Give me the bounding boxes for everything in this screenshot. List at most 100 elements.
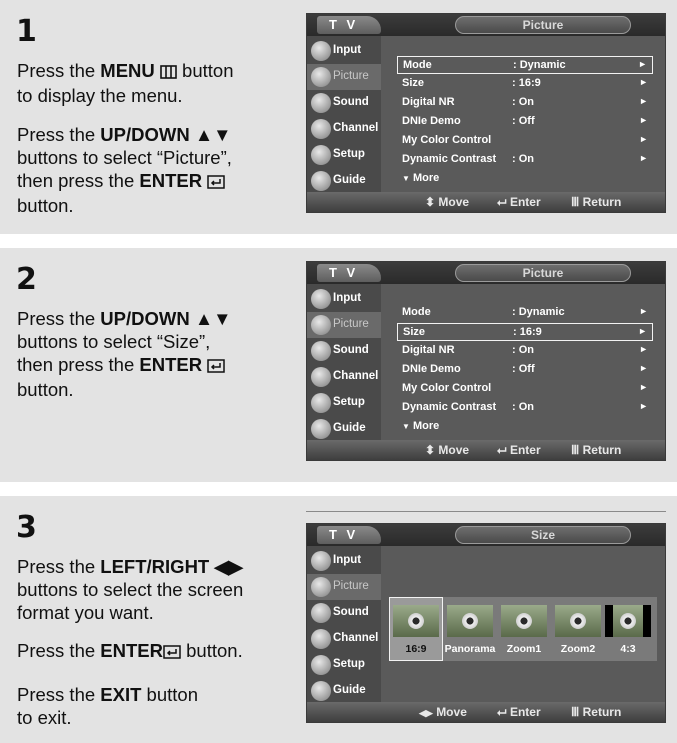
sidebar-item-picture[interactable]: Picture — [307, 64, 381, 90]
move-label: Move — [438, 443, 470, 457]
menu-title: Picture — [455, 264, 631, 282]
sidebar-label: Guide — [333, 422, 366, 434]
size-option-zoom1-thumbnail[interactable] — [501, 605, 547, 637]
text: Press the — [17, 684, 101, 705]
step-number: 3 — [16, 510, 37, 545]
menu-row-mode[interactable]: Mode: Dynamic ► — [397, 56, 653, 74]
row-value: : Dynamic — [512, 306, 565, 318]
sidebar-item-input[interactable]: Input — [307, 548, 381, 574]
enter-hint: ⮠ Enter — [497, 443, 541, 458]
more-arrow-icon: ▼ — [402, 422, 410, 431]
text: Press the — [17, 308, 101, 329]
sidebar-item-setup[interactable]: Setup — [307, 390, 381, 416]
row-label: Digital NR — [402, 344, 455, 356]
sidebar-label: Picture — [333, 318, 369, 330]
leftright-keyword: LEFT/RIGHT — [100, 556, 210, 577]
updown-arrows-icon: ▲▼ — [189, 308, 232, 329]
step-number: 2 — [16, 262, 37, 297]
sidebar-item-channel[interactable]: Channel — [307, 626, 381, 652]
menu-list: Mode: Dynamic ► Size: 16:9 ► Digital NR: O… — [383, 38, 665, 194]
guide-icon — [311, 419, 331, 439]
return-label: Return — [582, 705, 622, 719]
sidebar-item-sound[interactable]: Sound — [307, 90, 381, 116]
tv-header: T V Picture — [307, 262, 665, 284]
sidebar-item-guide[interactable]: Guide — [307, 678, 381, 704]
more-arrow-icon: ▼ — [402, 174, 410, 183]
menu-row-digital-nr[interactable]: Digital NR: On ► — [397, 342, 653, 360]
tv-sidebar: Input Picture Sound Channel Setup Guide — [307, 36, 381, 194]
more-item[interactable]: ▼ More — [402, 420, 439, 432]
sound-icon — [311, 93, 331, 113]
text: buttons to select “Picture”, — [17, 147, 232, 168]
menu-row-dnie-demo[interactable]: DNIe Demo: Off ► — [397, 361, 653, 379]
menu-row-dynamic-contrast[interactable]: Dynamic Contrast: On ► — [397, 399, 653, 417]
menu-row-digital-nr[interactable]: Digital NR: On ► — [397, 94, 653, 112]
return-label: Return — [582, 443, 622, 457]
text: buttons to select the screen — [17, 579, 244, 600]
row-label: Dynamic Contrast — [402, 153, 497, 165]
updown-keyword: UP/DOWN — [100, 308, 190, 329]
more-label: More — [412, 420, 440, 432]
sidebar-item-channel[interactable]: Channel — [307, 116, 381, 142]
sidebar-item-picture[interactable]: Picture — [307, 574, 381, 600]
tv-sidebar: Input Picture Sound Channel Setup Guide — [307, 284, 381, 442]
step-3-panel: 3 Press the LEFT/RIGHT ◀▶ buttons to sel… — [0, 496, 677, 743]
sidebar-item-input[interactable]: Input — [307, 286, 381, 312]
sidebar-label: Channel — [333, 370, 379, 382]
arrow-right-icon: ► — [638, 59, 647, 69]
size-option-panorama-thumbnail[interactable] — [447, 605, 493, 637]
menu-row-size[interactable]: Size: 16:9 ► — [397, 75, 653, 93]
enter-keyword: ENTER — [139, 170, 203, 191]
menu-keyword: MENU — [100, 60, 155, 81]
text: Press the — [17, 640, 101, 661]
return-hint: Ⅲ Return — [571, 443, 621, 457]
menu-icon: Ⅲ — [571, 443, 580, 457]
sound-icon — [311, 341, 331, 361]
sidebar-label: Input — [333, 554, 362, 566]
tv-picture-menu-screen: T V Picture Input Picture Sound Channel … — [306, 261, 666, 461]
move-hint: ⬍ Move — [425, 443, 469, 457]
sidebar-item-channel[interactable]: Channel — [307, 364, 381, 390]
sound-icon — [311, 603, 331, 623]
menu-icon — [160, 61, 177, 84]
tv-footer: ⬍ Move ⮠ Enter Ⅲ Return — [307, 440, 665, 460]
arrow-right-icon: ► — [639, 363, 648, 373]
move-label: Move — [438, 195, 470, 209]
menu-row-size[interactable]: Size: 16:9 ► — [397, 323, 653, 341]
menu-row-dnie-demo[interactable]: DNIe Demo: Off ► — [397, 113, 653, 131]
sidebar-item-sound[interactable]: Sound — [307, 600, 381, 626]
size-option-16-9-thumbnail[interactable] — [393, 605, 439, 637]
menu-row-my-color-control[interactable]: My Color Control ► — [397, 380, 653, 398]
text: button — [176, 60, 234, 81]
size-option-label: Zoom2 — [560, 643, 596, 655]
step-number: 1 — [16, 14, 37, 49]
sidebar-label: Channel — [333, 632, 379, 644]
text: to display the menu. — [17, 85, 183, 106]
arrow-right-icon: ► — [639, 134, 648, 144]
sidebar-item-setup[interactable]: Setup — [307, 142, 381, 168]
divider-line — [306, 511, 666, 512]
row-label: My Color Control — [402, 134, 492, 146]
flower-image-icon — [620, 613, 636, 629]
size-option-zoom2-thumbnail[interactable] — [555, 605, 601, 637]
menu-row-mode[interactable]: Mode: Dynamic ► — [397, 304, 653, 322]
arrow-right-icon: ► — [639, 115, 648, 125]
sidebar-item-setup[interactable]: Setup — [307, 652, 381, 678]
sidebar-item-picture[interactable]: Picture — [307, 312, 381, 338]
sidebar-item-sound[interactable]: Sound — [307, 338, 381, 364]
leftright-icon: ◀▶ — [419, 708, 433, 718]
updown-icon: ⬍ — [425, 195, 436, 209]
tv-sidebar: Input Picture Sound Channel Setup Guide — [307, 546, 381, 704]
sidebar-item-guide[interactable]: Guide — [307, 168, 381, 194]
picture-icon — [311, 315, 331, 335]
channel-icon — [311, 119, 331, 139]
sidebar-item-guide[interactable]: Guide — [307, 416, 381, 442]
sidebar-item-input[interactable]: Input — [307, 38, 381, 64]
sidebar-label: Picture — [333, 580, 369, 592]
more-item[interactable]: ▼ More — [402, 172, 439, 184]
size-option-4-3-thumbnail[interactable] — [605, 605, 651, 637]
menu-row-dynamic-contrast[interactable]: Dynamic Contrast: On ► — [397, 151, 653, 169]
step-3-instruction-b: Press the ENTER button. — [17, 639, 297, 664]
menu-row-my-color-control[interactable]: My Color Control ► — [397, 132, 653, 150]
step-1-panel: 1 Press the MENU button to display the m… — [0, 0, 677, 234]
